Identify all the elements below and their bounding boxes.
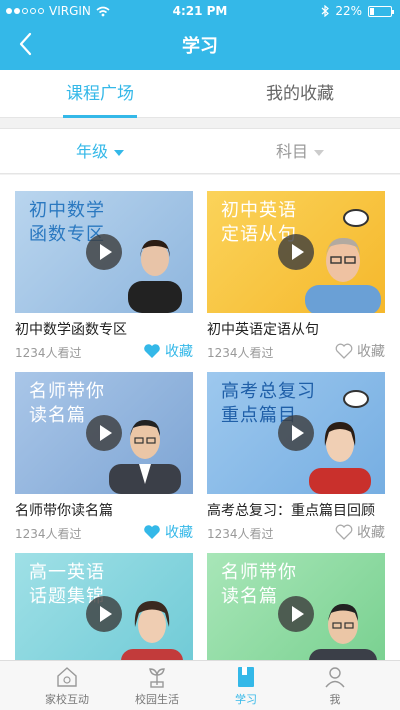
bottom-tab-study[interactable]: 学习: [196, 665, 296, 707]
brand-badge-icon: [343, 390, 369, 408]
heart-filled-icon: [144, 525, 160, 539]
course-card[interactable]: 初中英语 定语从句 初中英语定语从句 1234人看过 收藏: [207, 191, 385, 363]
course-thumbnail[interactable]: 高一英语 话题集锦: [15, 553, 193, 660]
course-thumbnail[interactable]: 高考总复习 重点篇目: [207, 372, 385, 494]
subject-filter-dropdown[interactable]: 科目: [200, 129, 400, 175]
view-count: 1234人看过: [207, 346, 274, 360]
app-header: VIRGIN 4:21 PM 22% 学习: [0, 0, 400, 70]
house-icon: [57, 667, 77, 687]
page-title: 学习: [182, 36, 218, 57]
course-thumbnail[interactable]: 名师带你 读名篇: [15, 372, 193, 494]
favorite-label: 收藏: [357, 344, 385, 360]
caret-down-icon: [314, 149, 324, 156]
book-icon: [238, 667, 254, 687]
grade-filter-dropdown[interactable]: 年级: [0, 129, 200, 175]
course-title: 高考总复习：重点篇目回顾: [207, 503, 375, 519]
course-card[interactable]: 名师带你 读名篇 名师带你读名篇 1234人看过 收藏: [15, 372, 193, 544]
tab-bar: 课程广场 我的收藏: [0, 70, 400, 118]
favorite-button[interactable]: 收藏: [335, 341, 385, 361]
view-count: 1234人看过: [15, 527, 82, 541]
bluetooth-icon: [321, 5, 330, 17]
teacher-portrait: [121, 601, 183, 660]
course-thumbnail[interactable]: 初中数学 函数专区: [15, 191, 193, 313]
bottom-tab-bar: 家校互动 校园生活 学习 我: [0, 660, 400, 710]
view-count: 1234人看过: [15, 346, 82, 360]
teacher-portrait: [109, 419, 181, 494]
play-icon[interactable]: [86, 596, 122, 632]
bottom-tab-campus-life[interactable]: 校园生活: [107, 665, 207, 707]
bottom-tab-label: 家校互动: [45, 693, 89, 706]
battery-percent: 22%: [335, 4, 362, 18]
battery-icon: [368, 5, 394, 17]
tab-label: 课程广场: [66, 84, 134, 104]
course-card[interactable]: 名师带你 读名篇: [207, 553, 385, 660]
teacher-portrait: [309, 603, 377, 660]
tab-label: 我的收藏: [266, 84, 334, 104]
person-icon: [325, 667, 345, 688]
tab-course-plaza[interactable]: 课程广场: [0, 70, 200, 118]
play-icon[interactable]: [278, 415, 314, 451]
tab-underline: [63, 115, 137, 118]
status-bar: VIRGIN 4:21 PM 22%: [0, 0, 400, 22]
brand-badge-icon: [343, 209, 369, 227]
teacher-portrait: [305, 237, 381, 313]
bottom-tab-label: 我: [329, 693, 341, 706]
filter-label: 科目: [275, 142, 308, 161]
course-title: 初中英语定语从句: [207, 322, 319, 338]
bottom-tab-label: 学习: [235, 693, 257, 706]
course-title: 名师带你读名篇: [15, 503, 113, 519]
heart-filled-icon: [144, 344, 160, 358]
favorite-button[interactable]: 收藏: [143, 341, 193, 361]
play-icon[interactable]: [86, 415, 122, 451]
plant-icon: [149, 668, 165, 688]
play-icon[interactable]: [278, 234, 314, 270]
view-count: 1234人看过: [207, 527, 274, 541]
course-grid: 初中数学函数专区 初中数学函数专区 1234人看过 收藏 初中英语定语从句: [0, 175, 400, 660]
favorite-label: 收藏: [165, 344, 193, 360]
course-thumbnail[interactable]: 名师带你 读名篇: [207, 553, 385, 660]
heart-outline-icon: [335, 524, 353, 540]
favorite-button[interactable]: 收藏: [335, 522, 385, 542]
teacher-portrait: [309, 422, 371, 494]
play-icon[interactable]: [86, 234, 122, 270]
caret-down-icon: [114, 149, 124, 156]
favorite-label: 收藏: [357, 525, 385, 541]
favorite-button[interactable]: 收藏: [143, 522, 193, 542]
heart-outline-icon: [335, 343, 353, 359]
course-card[interactable]: 高一英语 话题集锦: [15, 553, 193, 660]
tab-my-favorites[interactable]: 我的收藏: [200, 70, 400, 118]
bottom-tab-label: 校园生活: [135, 693, 179, 706]
course-title: 初中数学函数专区: [15, 322, 127, 338]
favorite-label: 收藏: [165, 525, 193, 541]
bottom-tab-me[interactable]: 我: [285, 665, 385, 707]
course-card[interactable]: 初中数学 函数专区 初中数学函数专区 1234人看过 收藏: [15, 191, 193, 363]
battery-fill: [370, 7, 374, 15]
filter-bar: 年级 科目: [0, 128, 400, 174]
course-thumbnail[interactable]: 初中英语 定语从句: [207, 191, 385, 313]
filter-label: 年级: [75, 142, 108, 161]
play-icon[interactable]: [278, 596, 314, 632]
teacher-portrait: [128, 239, 182, 313]
bottom-tab-home-school[interactable]: 家校互动: [17, 665, 117, 707]
course-card[interactable]: 高考总复习 重点篇目 高考总复习：重点篇目回顾 1234人看过 收藏: [207, 372, 385, 544]
